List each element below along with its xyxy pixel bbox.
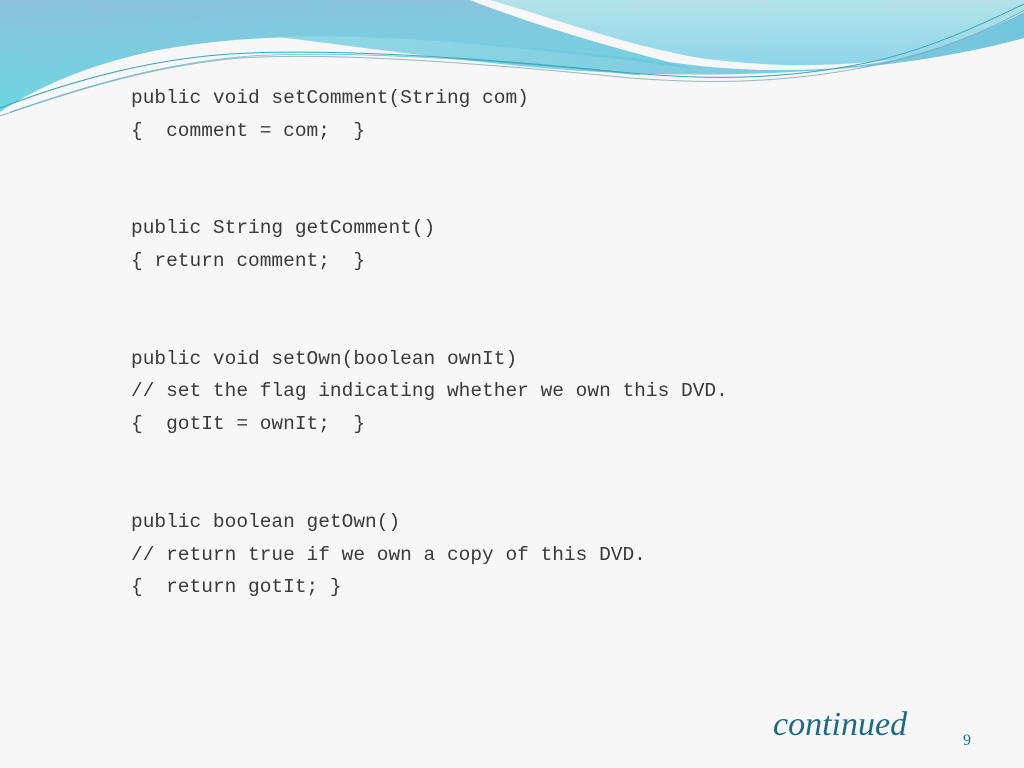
code-comment-line: // set the flag indicating whether we ow… [131,380,728,403]
code-group-get-own: public boolean getOwn() // return true i… [131,506,728,604]
code-line: public String getComment() [131,217,436,240]
code-line: public void setComment(String com) [131,87,529,109]
code-line: { return comment; } [131,250,366,273]
code-line: { return gotIt; } [131,576,342,599]
code-listing: public void setComment(String com) { com… [131,82,728,669]
code-group-set-own: public void setOwn(boolean ownIt) // set… [131,343,728,441]
continued-label: continued [773,706,908,743]
code-group-get-comment: public String getComment() { return comm… [131,212,728,277]
code-line: { comment = com; } [131,119,366,142]
slide-number: 9 [963,732,971,749]
code-line: { gotIt = ownIt; } [131,413,366,436]
code-line: public boolean getOwn() [131,510,401,533]
code-comment-line: // return true if we own a copy of this … [131,543,646,566]
code-line: public void setOwn(boolean ownIt) [131,347,518,370]
code-group-set-comment: public void setComment(String com) { com… [131,82,728,147]
